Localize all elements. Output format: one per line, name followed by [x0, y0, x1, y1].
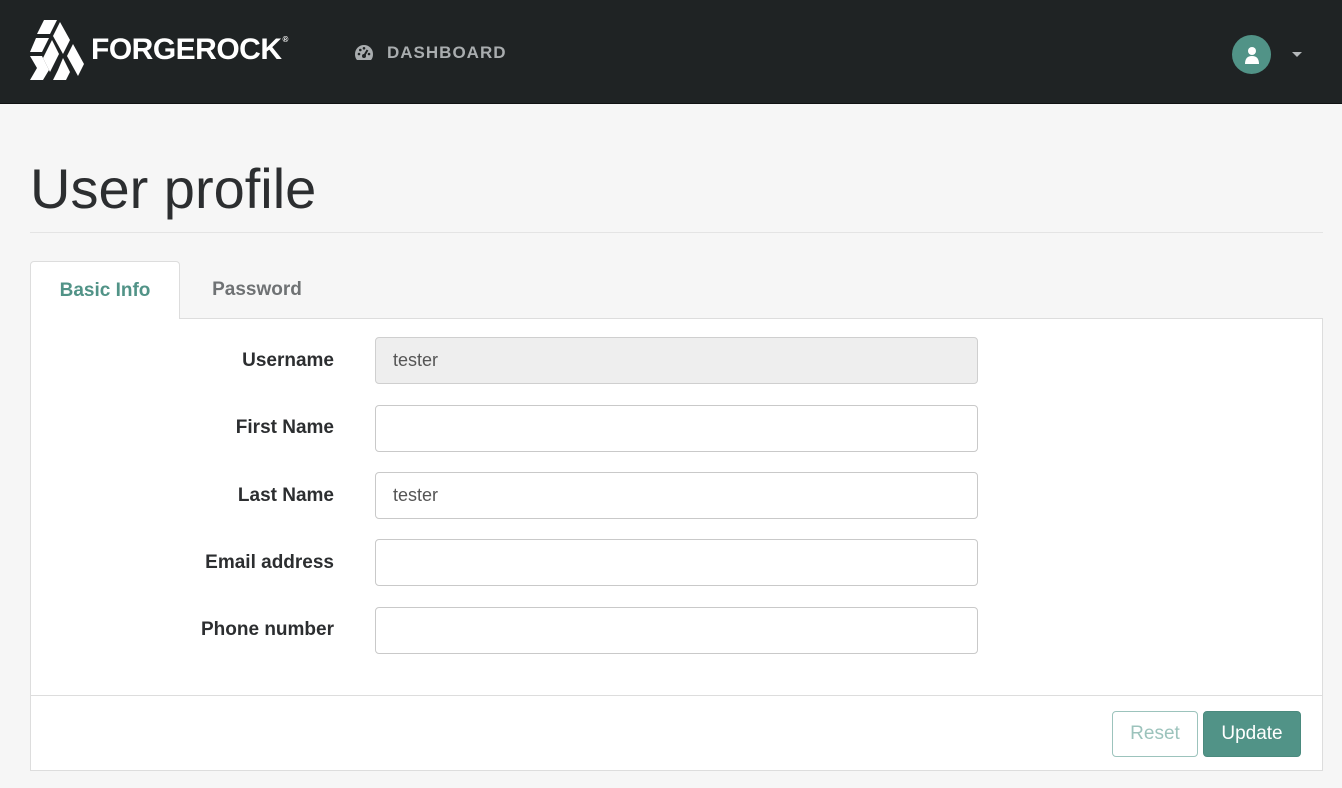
brand[interactable]: FORGEROCK®: [30, 20, 288, 80]
first-name-label: First Name: [235, 417, 334, 438]
profile-form-panel: Username First Name Last Name Email addr…: [30, 318, 1323, 771]
email-label: Email address: [205, 552, 334, 573]
user-menu-toggle[interactable]: [1232, 35, 1302, 74]
first-name-field[interactable]: [375, 405, 978, 452]
nav-dashboard-link[interactable]: DASHBOARD: [354, 43, 507, 63]
update-button[interactable]: Update: [1203, 711, 1301, 757]
avatar[interactable]: [1232, 35, 1271, 74]
tab-password[interactable]: Password: [182, 261, 332, 319]
brand-name: FORGEROCK®: [91, 33, 288, 66]
panel-footer: Reset Update: [31, 695, 1322, 771]
last-name-field[interactable]: [375, 472, 978, 519]
nav-dashboard-label: DASHBOARD: [387, 43, 507, 62]
username-field[interactable]: [375, 337, 978, 384]
phone-label: Phone number: [200, 619, 334, 640]
tachometer-icon: [355, 45, 373, 60]
username-label: Username: [242, 350, 334, 371]
top-navbar: FORGEROCK® DASHBOARD: [0, 0, 1342, 104]
user-icon: [1244, 46, 1259, 64]
title-divider: [30, 232, 1323, 233]
last-name-label: Last Name: [237, 485, 334, 506]
chevron-down-icon[interactable]: [1292, 52, 1302, 57]
tab-basic-info[interactable]: Basic Info: [30, 261, 180, 319]
page-title: User profile: [30, 157, 317, 220]
phone-field[interactable]: [375, 607, 978, 654]
reset-button[interactable]: Reset: [1112, 711, 1198, 757]
forgerock-logo-icon: [30, 20, 84, 80]
email-field[interactable]: [375, 539, 978, 586]
